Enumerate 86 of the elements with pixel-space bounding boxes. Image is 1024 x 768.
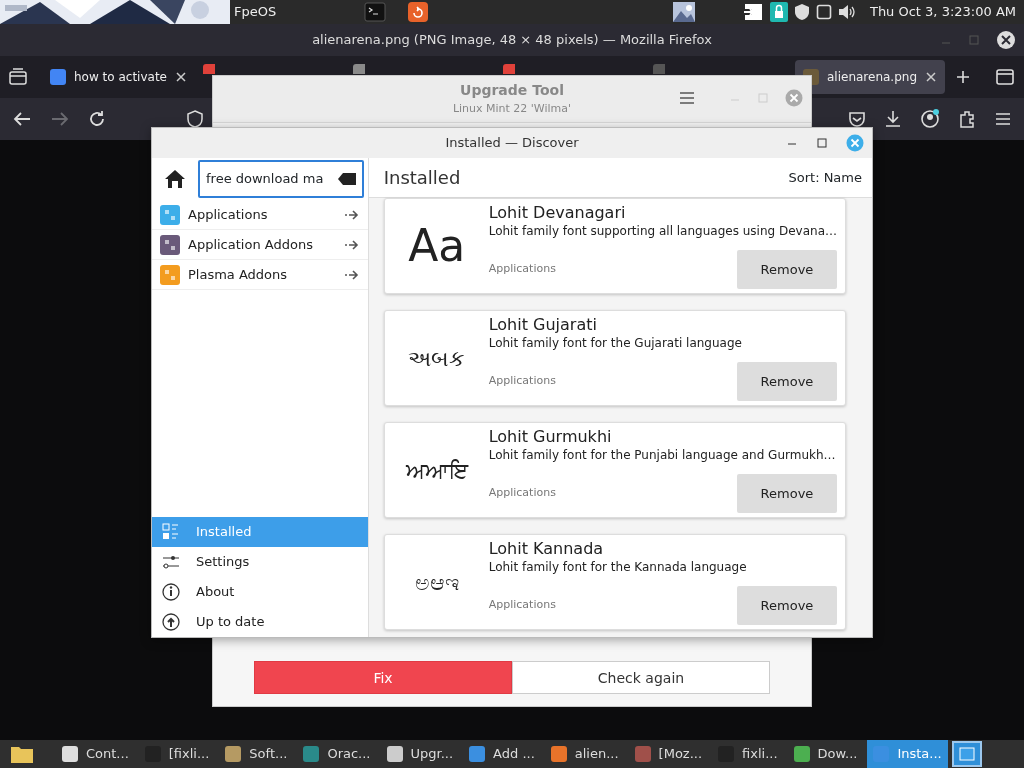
app-card[interactable]: Aa Lohit Devanagari Lohit family font supporting all languages using Devana… Applications Remove — [383, 198, 846, 294]
folder-icon[interactable] — [10, 744, 34, 764]
tab-close-icon[interactable] — [925, 71, 937, 83]
remove-button[interactable]: Remove — [737, 586, 837, 625]
app-description: Lohit family font for the Kannada language — [488, 559, 748, 577]
shield-icon[interactable] — [186, 110, 204, 128]
volume-icon[interactable] — [837, 4, 856, 20]
download-icon[interactable] — [884, 110, 902, 128]
info-icon — [162, 583, 180, 601]
category-item[interactable]: Application Addons — [152, 230, 368, 260]
arrow-icon — [343, 268, 360, 281]
clear-icon[interactable] — [337, 173, 356, 185]
nav-item[interactable]: Settings — [152, 547, 368, 577]
window-subtitle: Linux Mint 22 'Wilma' — [452, 101, 572, 118]
window-icon[interactable] — [815, 4, 832, 20]
app-card[interactable]: ಅಆಇ Lohit Kannada Lohit family font for the Kannada language Applications Remove — [383, 534, 846, 630]
taskbar-item[interactable]: Orac... — [297, 740, 377, 768]
app-name: Lohit Devanagari — [488, 203, 627, 223]
back-icon[interactable] — [12, 110, 32, 128]
app-description: Lohit family font supporting all languages using Devana… — [488, 223, 837, 241]
remove-button[interactable]: Remove — [737, 474, 837, 513]
browser-tab[interactable]: alienarena.png — [795, 60, 945, 94]
category-item[interactable]: Applications — [152, 200, 368, 230]
nav-item[interactable]: About — [152, 577, 368, 607]
account-icon[interactable] — [920, 109, 940, 129]
taskbar-item[interactable]: Cont... — [56, 740, 135, 768]
sort-menu[interactable]: Sort: Name — [788, 167, 862, 188]
app-name: Lohit Gurmukhi — [488, 427, 613, 447]
terminal-icon[interactable] — [364, 2, 387, 22]
arrow-icon — [343, 238, 360, 251]
close-icon[interactable] — [996, 30, 1016, 50]
app-name: Lohit Gujarati — [488, 315, 598, 335]
remove-button[interactable]: Remove — [737, 362, 837, 401]
category-item[interactable]: Plasma Addons — [152, 260, 368, 290]
menu-icon[interactable] — [679, 91, 695, 105]
window-title: Upgrade Tool — [460, 81, 564, 101]
nav-item[interactable]: Up to date — [152, 607, 368, 637]
app-category: Applications — [488, 373, 556, 390]
show-desktop-icon[interactable] — [951, 741, 982, 767]
fix-button[interactable]: Fix — [254, 661, 512, 694]
taskbar-item[interactable]: fixli... — [712, 740, 784, 768]
font-preview: ਅਆਇ — [405, 456, 468, 485]
lock-icon[interactable] — [769, 2, 788, 22]
app-description: Lohit family font for the Gujarati language — [488, 335, 743, 353]
app-card[interactable]: અબક Lohit Gujarati Lohit family font for the Gujarati language Applications Remove — [383, 310, 846, 406]
taskbar-item[interactable]: [fixli... — [138, 740, 216, 768]
app-card[interactable]: ਅਆਇ Lohit Gurmukhi Lohit family font for the Punjabi language and Gurmukh… Applications Remove — [383, 422, 846, 518]
taskbar-item[interactable]: Add ... — [463, 740, 541, 768]
tab-close-icon[interactable] — [175, 71, 187, 83]
app-category: Applications — [488, 597, 556, 614]
font-preview: અબક — [408, 344, 466, 373]
pocket-icon[interactable] — [848, 110, 866, 128]
forward-icon[interactable] — [50, 110, 70, 128]
login-icon[interactable] — [741, 2, 764, 22]
app-category: Applications — [488, 261, 556, 278]
tab-list-icon[interactable] — [8, 67, 30, 87]
extensions-icon[interactable] — [958, 110, 976, 128]
taskbar-item[interactable]: Dow... — [787, 740, 864, 768]
taskbar-item[interactable]: [Moz... — [628, 740, 709, 768]
check-again-button[interactable]: Check again — [512, 661, 770, 694]
taskbar-item[interactable]: Upgr... — [380, 740, 460, 768]
window-title: alienarena.png (PNG Image, 48 × 48 pixels) — Mozilla Firefox — [312, 31, 712, 50]
arrow-icon — [343, 208, 360, 221]
app-name: Lohit Kannada — [488, 539, 605, 559]
list-icon — [162, 523, 180, 541]
maximize-icon[interactable] — [816, 137, 828, 149]
browser-tab[interactable]: how to activate — [42, 60, 195, 94]
taskbar-item[interactable]: Soft... — [219, 740, 294, 768]
window-list-icon[interactable] — [995, 68, 1015, 86]
search-field[interactable]: free download ma — [198, 160, 364, 198]
image-icon[interactable] — [673, 2, 696, 22]
app-description: Lohit family font for the Punjabi language and Gurmukh… — [488, 447, 837, 465]
sliders-icon — [162, 553, 180, 571]
shield-icon[interactable] — [793, 3, 810, 21]
clock: Thu Oct 3, 3:23:00 AM — [869, 3, 1016, 22]
page-heading: Installed — [383, 166, 461, 190]
font-preview: Aa — [408, 219, 466, 273]
app-label: FpeOS — [234, 3, 277, 22]
font-preview: ಅಆಇ — [414, 568, 459, 597]
taskbar-item[interactable]: alien... — [544, 740, 625, 768]
home-icon[interactable] — [164, 169, 186, 189]
remove-button[interactable]: Remove — [737, 250, 837, 289]
new-tab-icon[interactable] — [955, 69, 971, 85]
app-category: Applications — [488, 485, 556, 502]
window-title: Installed — Discover — [445, 134, 579, 153]
menu-icon[interactable] — [994, 111, 1012, 127]
